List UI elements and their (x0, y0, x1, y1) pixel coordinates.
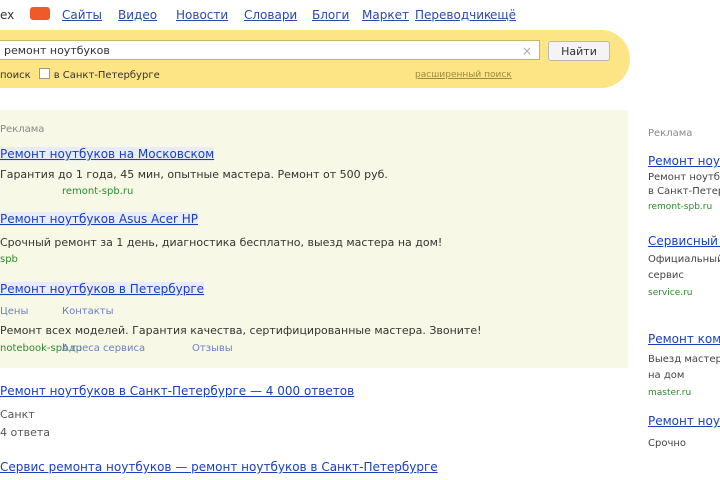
ad-sublink[interactable]: Адреса сервиса (62, 343, 145, 354)
ad-title[interactable]: Ремонт ноутбуков в Петербурге (0, 282, 205, 296)
nav-sites[interactable]: Сайты (62, 8, 102, 22)
result-snippet: Санкт (0, 408, 35, 421)
ad-title[interactable]: Ремонт ноутбуков Asus Acer HP (0, 212, 199, 226)
search-input[interactable] (0, 40, 540, 60)
ad-text: Ремонт всех моделей. Гарантия качества, … (0, 324, 482, 337)
sidebar-ad-text: в Санкт-Петербурге (648, 186, 720, 197)
sidebar-ad-title[interactable]: Ремонт ноутбуков (648, 414, 720, 428)
ad-sublink[interactable]: Контакты (62, 306, 113, 317)
ad-url[interactable]: spb (0, 254, 18, 265)
nav-video[interactable]: Видео (118, 8, 157, 22)
sidebar-ad-text: сервис (648, 270, 684, 281)
result-title[interactable]: Сервис ремонта ноутбуков — ремонт ноутбу… (0, 460, 438, 474)
nav-translator[interactable]: Переводчик (415, 8, 491, 22)
clear-icon[interactable]: × (522, 44, 532, 58)
nav-dictionaries[interactable]: Словари (244, 8, 297, 22)
ad-sublink[interactable]: Отзывы (192, 343, 233, 354)
sidebar-ads: Реклама Ремонт ноутбуков Ремонт ноутбуко… (640, 120, 720, 480)
region-prefix: поиск (0, 70, 31, 81)
ad-label: Реклама (0, 124, 45, 135)
sidebar-ad-url[interactable]: remont-spb.ru (648, 202, 712, 212)
nav-market[interactable]: Маркет (362, 8, 409, 22)
nav-news[interactable]: Новости (176, 8, 228, 22)
result-title[interactable]: Ремонт ноутбуков в Санкт-Петербурге — 4 … (0, 384, 354, 398)
sidebar-ad-text: Выезд мастера (648, 354, 720, 365)
sidebar-ad-text: Срочно (648, 438, 687, 449)
ad-title[interactable]: Ремонт ноутбуков на Московском (0, 147, 215, 161)
ad-url[interactable]: remont-spb.ru (62, 186, 133, 197)
nav-blogs[interactable]: Блоги (312, 8, 349, 22)
ad-text: Гарантия до 1 года, 45 мин, опытные маст… (0, 168, 388, 181)
top-navigation: ex Сайты Видео Новости Словари Блоги Мар… (0, 0, 720, 30)
sidebar-ad-url[interactable]: service.ru (648, 288, 693, 298)
result-snippet: 4 ответа (0, 426, 51, 439)
sidebar-ad-title[interactable]: Сервисный центр (648, 234, 720, 248)
sidebar-ad-title[interactable]: Ремонт компьютеров (648, 332, 720, 346)
region-filter: поиск в Санкт-Петербурге (0, 68, 160, 81)
advanced-search-link[interactable]: расширенный поиск (415, 70, 512, 80)
sidebar-header: Реклама (648, 128, 693, 139)
sidebar-ad-url[interactable]: master.ru (648, 388, 691, 398)
region-checkbox[interactable] (38, 68, 50, 79)
region-checkbox-label[interactable]: в Санкт-Петербурге (54, 70, 160, 81)
search-button[interactable]: Найти (548, 41, 610, 61)
ad-sublink[interactable]: Цены (0, 306, 28, 317)
sidebar-ad-text: Ремонт ноутбуков (648, 172, 720, 183)
logo-badge (30, 7, 50, 20)
sidebar-ad-text: на дом (648, 370, 685, 381)
sidebar-ad-title[interactable]: Ремонт ноутбуков (648, 154, 720, 168)
nav-more[interactable]: ещё (490, 8, 516, 22)
sidebar-ad-text: Официальный (648, 254, 720, 265)
logo[interactable]: ex (0, 8, 14, 22)
ad-text: Срочный ремонт за 1 день, диагностика бе… (0, 236, 443, 249)
